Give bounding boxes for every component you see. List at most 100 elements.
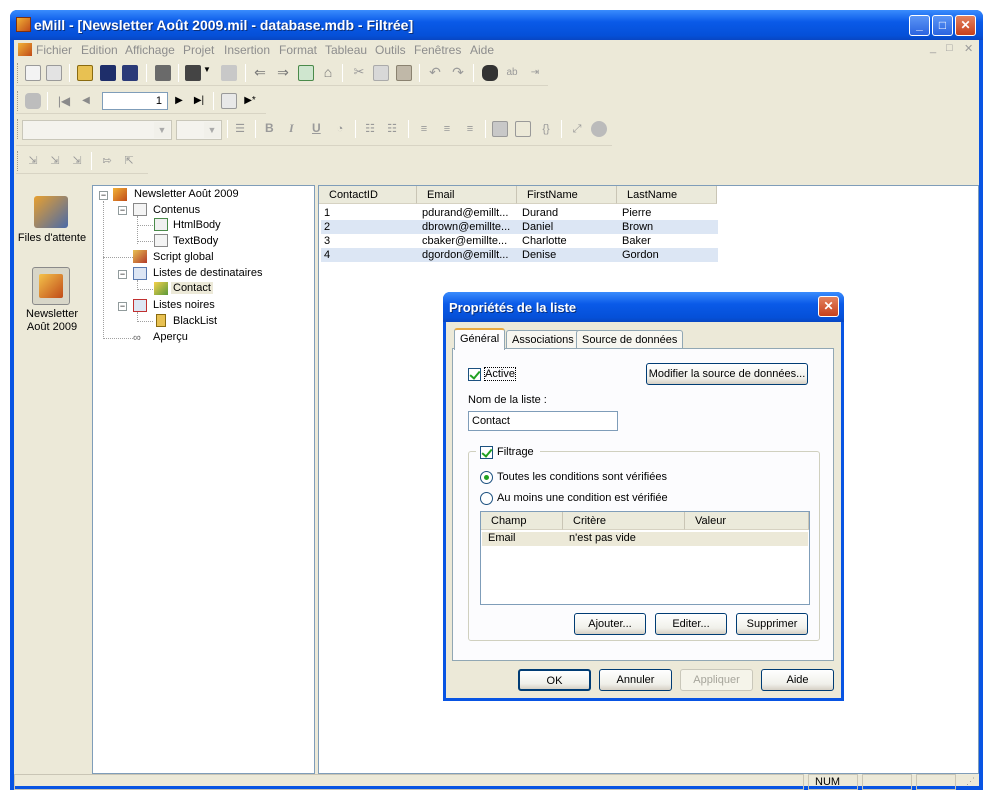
delete-condition-button[interactable]: Supprimer [736,613,808,635]
tree-apercu[interactable]: Aperçu [153,331,188,343]
tree-listes-destinataires[interactable]: Listes de destinataires [153,267,262,279]
mdi-restore-button[interactable]: □ [946,42,953,54]
cancel-button[interactable]: Annuler [599,669,672,691]
doc-icon[interactable] [18,43,32,56]
menu-affichage[interactable]: Affichage [125,43,175,57]
numbered-list-icon[interactable]: ☷ [362,121,378,137]
mdi-minimize-button[interactable]: _ [930,42,936,54]
last-record-icon[interactable]: ▶| [191,93,207,109]
chevron-down-icon[interactable]: ▼ [154,122,170,138]
tree-listes-noires[interactable]: Listes noires [153,299,215,311]
ok-button[interactable]: OK [518,669,591,691]
filter-checkbox[interactable] [480,446,493,459]
tab-associations[interactable]: Associations [506,330,580,350]
new-record-icon[interactable]: ▶* [242,93,258,109]
col-header-contactid[interactable]: ContactID [319,186,417,204]
refresh-icon[interactable] [298,65,314,81]
attach-icon[interactable] [46,65,62,81]
align-right-icon[interactable]: ≡ [462,121,478,137]
newsletter-icon[interactable] [32,267,70,305]
menu-tableau[interactable]: Tableau [325,43,367,57]
queue-edit-icon[interactable]: ⇲ [47,153,63,169]
chevron-down-icon[interactable]: ▼ [204,122,220,138]
web-icon[interactable] [591,121,607,137]
send-dropdown-icon[interactable]: ▼ [203,65,212,81]
bullet-list-icon[interactable]: ☷ [384,121,400,137]
redo-icon[interactable]: ↷ [450,65,466,81]
tree-htmlbody[interactable]: HtmlBody [173,219,221,231]
new-icon[interactable] [25,65,41,81]
copy-window-icon[interactable] [155,65,171,81]
table-row[interactable]: 2 dbrown@emillte... Daniel Brown [321,220,718,234]
bold-icon[interactable]: B [265,121,274,135]
export-icon[interactable]: ⇰ [99,153,115,169]
tree-blacklist[interactable]: BlackList [173,315,217,327]
first-record-icon[interactable]: |◀ [56,93,72,109]
col-header-email[interactable]: Email [417,186,517,204]
record-number-input[interactable]: 1 [102,92,168,110]
send-icon[interactable] [185,65,201,81]
menu-fichier[interactable]: Fichier [36,43,72,57]
active-label[interactable]: Active [484,367,516,381]
menu-insertion[interactable]: Insertion [224,43,270,57]
edit-condition-button[interactable]: Editer... [655,613,727,635]
help-button[interactable]: Aide [761,669,834,691]
queue-remove-icon[interactable]: ⇲ [69,153,85,169]
tab-general[interactable]: Général [454,328,506,350]
title-bar[interactable]: eMill - [Newsletter Août 2009.mil - data… [10,10,983,40]
find-next-icon[interactable]: ⇥ [527,65,543,81]
queue-add-icon[interactable]: ⇲ [25,153,41,169]
col-header-lastname[interactable]: LastName [617,186,717,204]
menu-aide[interactable]: Aide [470,43,494,57]
resize-grip-icon[interactable]: ⋰ [966,776,975,787]
filter-label[interactable]: Filtrage [497,446,534,458]
underline-icon[interactable]: U [312,121,321,135]
maximize-button[interactable]: □ [932,15,953,36]
menu-fenetres[interactable]: Fenêtres [414,43,461,57]
align-center-icon[interactable]: ≡ [439,121,455,137]
font-name-combo[interactable]: ▼ [22,120,172,140]
image-icon[interactable] [492,121,508,137]
radio-all-conditions[interactable] [480,471,493,484]
col-header-champ[interactable]: Champ [481,512,563,530]
collapse-icon[interactable]: − [118,270,127,279]
cut-icon[interactable]: ✂ [351,65,367,81]
radio-all-label[interactable]: Toutes les conditions sont vérifiées [497,471,667,483]
app-icon[interactable] [16,17,31,32]
table-row[interactable]: 1 pdurand@emillt... Durand Pierre [321,206,718,220]
color-icon[interactable]: ◔ [332,121,348,137]
back-icon[interactable]: ⇐ [252,65,268,81]
forward-icon[interactable]: ⇒ [275,65,291,81]
tree-contact[interactable]: Contact [171,282,213,294]
save-icon[interactable] [100,65,116,81]
open-icon[interactable] [77,65,93,81]
dialog-close-button[interactable]: ✕ [818,296,839,317]
align-left-icon[interactable]: ≡ [416,121,432,137]
radio-any-condition[interactable] [480,492,493,505]
braces-icon[interactable]: {} [538,121,554,137]
import-icon[interactable]: ⇱ [121,153,137,169]
menu-outils[interactable]: Outils [375,43,406,57]
style-icon[interactable]: ☰ [232,121,248,137]
modify-source-button[interactable]: Modifier la source de données... [646,363,808,385]
undo-icon[interactable]: ↶ [427,65,443,81]
prev-record-icon[interactable]: ◀ [78,93,94,109]
table-row[interactable]: 3 cbaker@emillte... Charlotte Baker [321,234,718,248]
next-record-icon[interactable]: ▶ [171,93,187,109]
tree-contenus[interactable]: Contenus [153,204,200,216]
table-row[interactable]: 4 dgordon@emillt... Denise Gordon [321,248,718,262]
link-icon[interactable]: ⤢ [569,121,585,137]
database-icon[interactable] [25,93,41,109]
tree-textbody[interactable]: TextBody [173,235,218,247]
save-all-icon[interactable] [122,65,138,81]
tree-script-global[interactable]: Script global [153,251,214,263]
menu-projet[interactable]: Projet [183,43,214,57]
shortcut-files-attente[interactable]: Files d'attente [14,232,90,245]
replace-icon[interactable]: ab [504,65,520,81]
minimize-button[interactable]: _ [909,15,930,36]
shortcut-newsletter[interactable]: Newsletter Août 2009 [14,308,90,334]
menu-edition[interactable]: Edition [81,43,118,57]
collapse-icon[interactable]: − [99,191,108,200]
preview-icon[interactable] [221,65,237,81]
frame-icon[interactable] [515,121,531,137]
